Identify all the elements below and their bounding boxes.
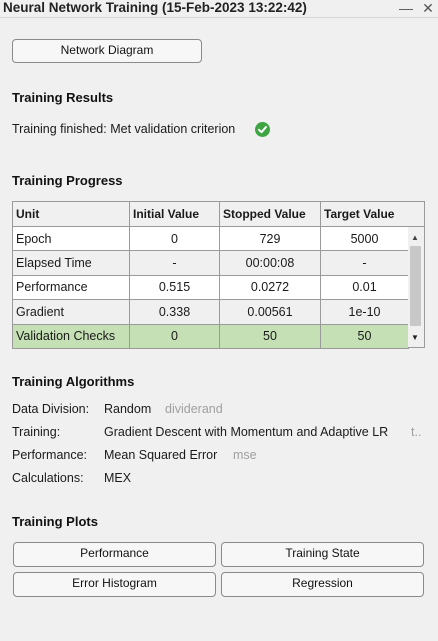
table-row-validation-checks: Validation Checks 0 50 50 (12, 323, 409, 349)
table-cell: 0 (129, 323, 220, 349)
check-icon (255, 122, 270, 137)
training-state-plot-button[interactable]: Training State (221, 542, 424, 567)
table-cell: 50 (320, 323, 409, 349)
table-cell: 729 (219, 225, 321, 252)
training-value: Gradient Descent with Momentum and Adapt… (104, 425, 389, 439)
calculations-label: Calculations: (12, 471, 84, 485)
table-cell: 0.338 (129, 299, 220, 325)
training-progress-heading: Training Progress (12, 173, 123, 188)
table-row-elapsed-time: Elapsed Time - 00:00:08 - (12, 250, 409, 276)
table-row-performance: Performance 0.515 0.0272 0.01 (12, 274, 409, 301)
network-diagram-button[interactable]: Network Diagram (12, 39, 202, 63)
table-cell: 0.00561 (219, 299, 321, 325)
training-label: Training: (12, 425, 61, 439)
training-plots-heading: Training Plots (12, 514, 98, 529)
table-cell: Gradient (12, 299, 130, 325)
table-header-row: Unit Initial Value Stopped Value Target … (12, 201, 409, 227)
table-scrollbar[interactable]: ▲ ▼ (408, 201, 425, 348)
table-cell: Elapsed Time (12, 250, 130, 276)
data-division-label: Data Division: (12, 402, 90, 416)
data-division-value: Random (104, 402, 152, 416)
table-cell: Epoch (12, 225, 130, 252)
table-cell: 5000 (320, 225, 409, 252)
table-cell: - (320, 250, 409, 276)
table-cell: 0.01 (320, 274, 409, 301)
error-histogram-plot-button[interactable]: Error Histogram (13, 572, 216, 597)
table-cell: 0 (129, 225, 220, 252)
scroll-down-icon[interactable]: ▼ (411, 333, 419, 342)
table-cell: - (129, 250, 220, 276)
close-icon[interactable]: ✕ (420, 0, 436, 16)
minimize-icon[interactable]: — (398, 0, 414, 16)
performance-label: Performance: (12, 448, 88, 462)
training-algorithms-heading: Training Algorithms (12, 374, 135, 389)
column-header-unit[interactable]: Unit (12, 201, 130, 227)
scroll-up-icon[interactable]: ▲ (411, 233, 419, 242)
training-results-heading: Training Results (12, 90, 114, 105)
performance-value: Mean Squared Error (104, 448, 218, 462)
calculations-value: MEX (104, 471, 132, 485)
regression-plot-button[interactable]: Regression (221, 572, 424, 597)
table-cell: 0.515 (129, 274, 220, 301)
table-cell: Performance (12, 274, 130, 301)
performance-function: mse (233, 448, 257, 462)
training-progress-table: Unit Initial Value Stopped Value Target … (12, 201, 409, 349)
table-row-gradient: Gradient 0.338 0.00561 1e-10 (12, 299, 409, 325)
table-cell: 0.0272 (219, 274, 321, 301)
data-division-function: dividerand (165, 402, 223, 416)
training-function: t.. (411, 425, 422, 439)
performance-plot-button[interactable]: Performance (13, 542, 216, 567)
table-cell: Validation Checks (12, 323, 130, 349)
column-header-target-value[interactable]: Target Value (320, 201, 409, 227)
training-status-text: Training finished: Met validation criter… (12, 122, 236, 136)
column-header-stopped-value[interactable]: Stopped Value (219, 201, 321, 227)
table-cell: 50 (219, 323, 321, 349)
column-header-initial-value[interactable]: Initial Value (129, 201, 220, 227)
scrollbar-header-corner (408, 202, 424, 227)
table-cell: 00:00:08 (219, 250, 321, 276)
table-row-epoch: Epoch 0 729 5000 (12, 225, 409, 252)
window-title: Neural Network Training (15-Feb-2023 13:… (3, 0, 307, 15)
scrollbar-thumb[interactable] (410, 246, 421, 326)
title-bar: Neural Network Training (15-Feb-2023 13:… (0, 0, 438, 18)
table-cell: 1e-10 (320, 299, 409, 325)
